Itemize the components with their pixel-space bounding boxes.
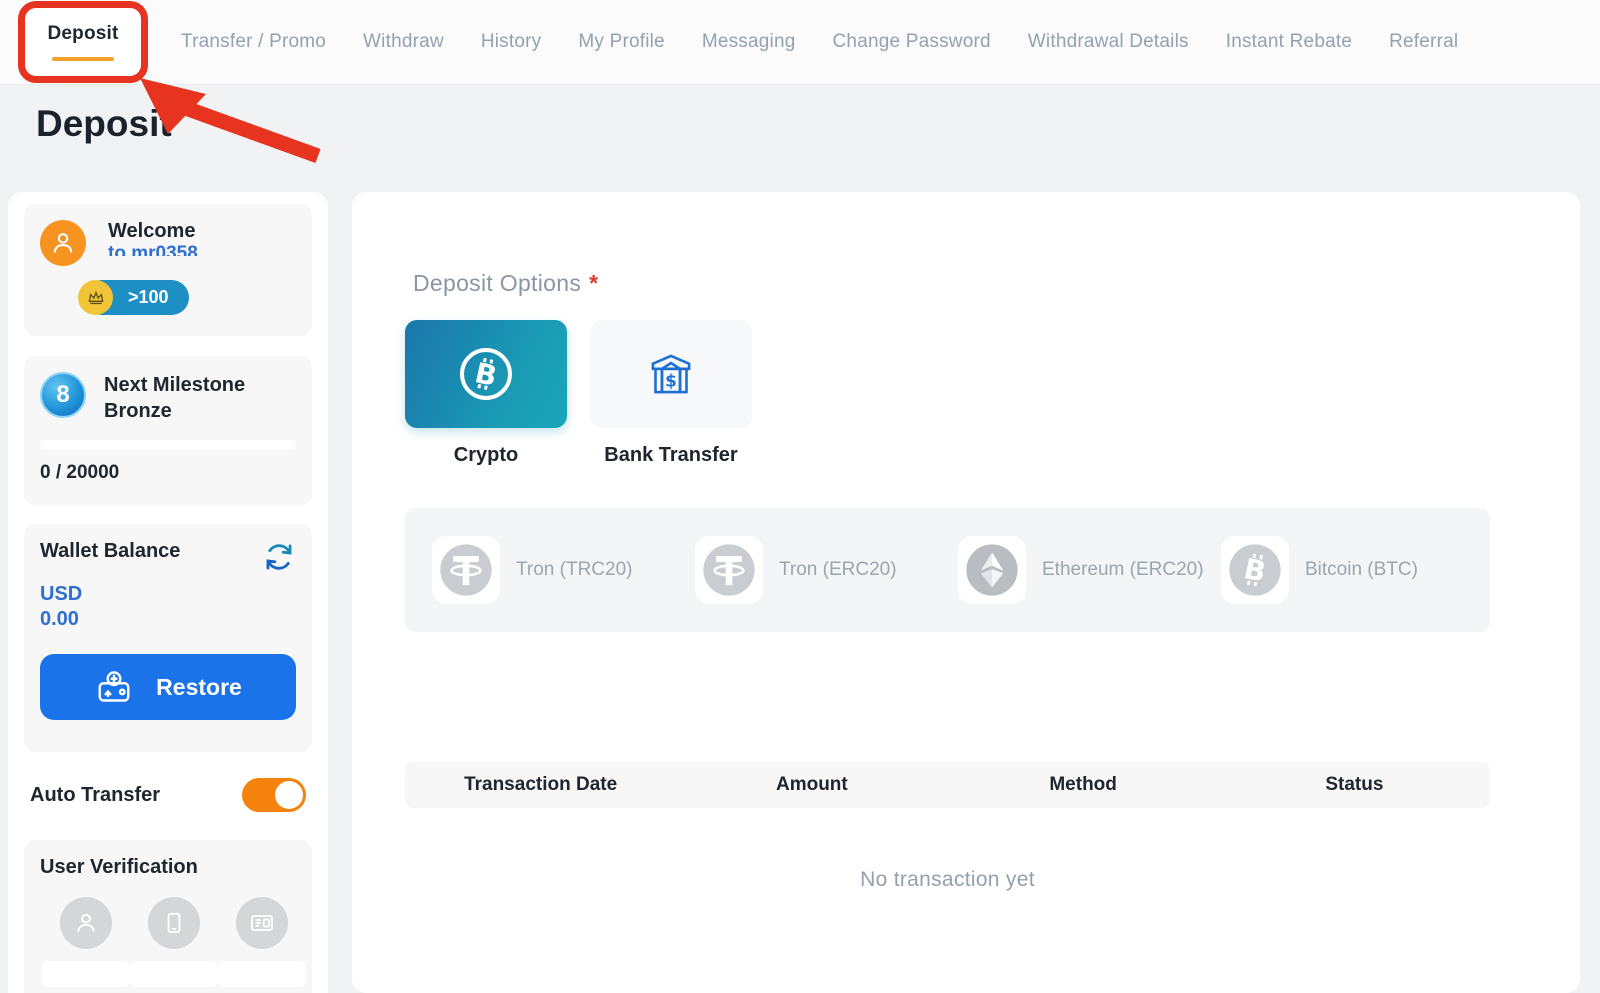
user-avatar — [40, 220, 86, 266]
currency-tron-trc20[interactable]: Tron (TRC20) — [432, 536, 695, 604]
profile-verification-icon — [60, 897, 112, 949]
bank-icon: $ — [640, 343, 702, 405]
currency-tron-erc20[interactable]: Tron (ERC20) — [695, 536, 958, 604]
welcome-username: to mr0358 — [108, 243, 198, 256]
wallet-balance-title: Wallet Balance — [40, 540, 180, 563]
currency-label: Ethereum (ERC20) — [1042, 559, 1204, 581]
ethereum-icon — [958, 536, 1026, 604]
auto-transfer-toggle[interactable] — [242, 778, 306, 812]
deposit-panel: Deposit Options* B Cr — [352, 192, 1580, 993]
tab-deposit-wrap: Deposit — [22, 5, 144, 79]
toggle-knob — [275, 781, 303, 809]
tab-withdraw[interactable]: Withdraw — [363, 31, 444, 53]
page-title: Deposit — [36, 103, 172, 145]
bank-transfer-method-card: $ — [590, 320, 752, 428]
tab-transfer-promo[interactable]: Transfer / Promo — [181, 31, 326, 53]
milestone-level: Bronze — [104, 398, 245, 424]
verification-profile-step[interactable] — [42, 897, 130, 987]
tab-my-profile[interactable]: My Profile — [578, 31, 664, 53]
wallet-amount: 0.00 — [40, 607, 296, 632]
tab-referral[interactable]: Referral — [1389, 31, 1458, 53]
column-status: Status — [1219, 774, 1490, 796]
tether-icon — [432, 536, 500, 604]
deposit-methods: B Crypto — [405, 320, 752, 467]
tab-change-password[interactable]: Change Password — [833, 31, 991, 53]
refresh-icon — [262, 540, 296, 574]
transactions-table-header: Transaction Date Amount Method Status — [405, 762, 1490, 808]
currency-bitcoin-btc[interactable]: B Bitcoin (BTC) — [1221, 536, 1484, 604]
tab-history[interactable]: History — [481, 31, 542, 53]
currency-label: Tron (ERC20) — [779, 559, 897, 581]
phone-verification-icon — [148, 897, 200, 949]
nav-tabs: Deposit Transfer / Promo Withdraw Histor… — [22, 5, 1458, 79]
deposit-options-label: Deposit Options — [413, 270, 581, 296]
sidebar: Welcome to mr0358 >100 8 Next Milestone — [8, 192, 328, 993]
column-amount: Amount — [676, 774, 947, 796]
milestone-title: Next Milestone — [104, 372, 245, 398]
active-tab-underline — [52, 57, 114, 61]
vip-level-badge: >100 — [84, 280, 189, 315]
crown-icon — [78, 280, 113, 315]
tether-icon — [695, 536, 763, 604]
crypto-currency-list: Tron (TRC20) Tron (ERC20) — [405, 508, 1490, 632]
welcome-card: Welcome to mr0358 >100 — [24, 204, 312, 336]
milestone-card: 8 Next Milestone Bronze 0 / 20000 — [24, 356, 312, 506]
restore-button[interactable]: Restore — [40, 654, 296, 720]
auto-transfer-row: Auto Transfer — [24, 778, 312, 812]
column-method: Method — [948, 774, 1219, 796]
user-verification-card: User Verification — [24, 840, 312, 993]
wallet-currency: USD — [40, 582, 296, 607]
currency-label: Bitcoin (BTC) — [1305, 559, 1418, 581]
refresh-balance-button[interactable] — [262, 540, 296, 574]
person-icon — [49, 229, 77, 257]
milestone-progress-text: 0 / 20000 — [40, 462, 296, 484]
restore-button-label: Restore — [156, 674, 242, 701]
currency-label: Tron (TRC20) — [516, 559, 632, 581]
tab-instant-rebate[interactable]: Instant Rebate — [1226, 31, 1352, 53]
crypto-method-card: B — [405, 320, 567, 428]
tab-deposit[interactable]: Deposit — [47, 23, 118, 45]
bitcoin-icon: B — [454, 342, 518, 406]
wallet-balance-card: Wallet Balance USD 0.00 — [24, 524, 312, 752]
top-navbar: Deposit Transfer / Promo Withdraw Histor… — [0, 0, 1600, 85]
user-verification-title: User Verification — [40, 856, 296, 879]
verification-button-stub — [130, 961, 218, 987]
bitcoin-gray-icon: B — [1221, 536, 1289, 604]
milestone-progress-bar — [40, 440, 296, 450]
tab-messaging[interactable]: Messaging — [702, 31, 796, 53]
verification-button-stub — [42, 961, 130, 987]
crypto-method-label: Crypto — [454, 444, 518, 467]
required-asterisk: * — [589, 270, 598, 296]
verification-phone-step[interactable] — [130, 897, 218, 987]
column-transaction-date: Transaction Date — [405, 774, 676, 796]
wallet-icon — [94, 669, 134, 705]
verification-button-stub — [218, 961, 306, 987]
no-transaction-message: No transaction yet — [405, 868, 1490, 892]
coin-icon: 8 — [40, 372, 86, 418]
tab-withdrawal-details[interactable]: Withdrawal Details — [1028, 31, 1189, 53]
auto-transfer-label: Auto Transfer — [30, 784, 160, 807]
welcome-greeting: Welcome — [108, 220, 198, 243]
currency-ethereum-erc20[interactable]: Ethereum (ERC20) — [958, 536, 1221, 604]
method-bank-transfer[interactable]: $ Bank Transfer — [590, 320, 752, 467]
vip-badge-value: >100 — [128, 287, 169, 308]
content-area: Welcome to mr0358 >100 8 Next Milestone — [0, 192, 1600, 993]
deposit-options-heading: Deposit Options * — [413, 270, 598, 297]
method-crypto[interactable]: B Crypto — [405, 320, 567, 467]
bank-transfer-method-label: Bank Transfer — [604, 444, 737, 467]
id-card-verification-icon — [236, 897, 288, 949]
verification-id-step[interactable] — [218, 897, 306, 987]
svg-text:$: $ — [665, 370, 677, 390]
